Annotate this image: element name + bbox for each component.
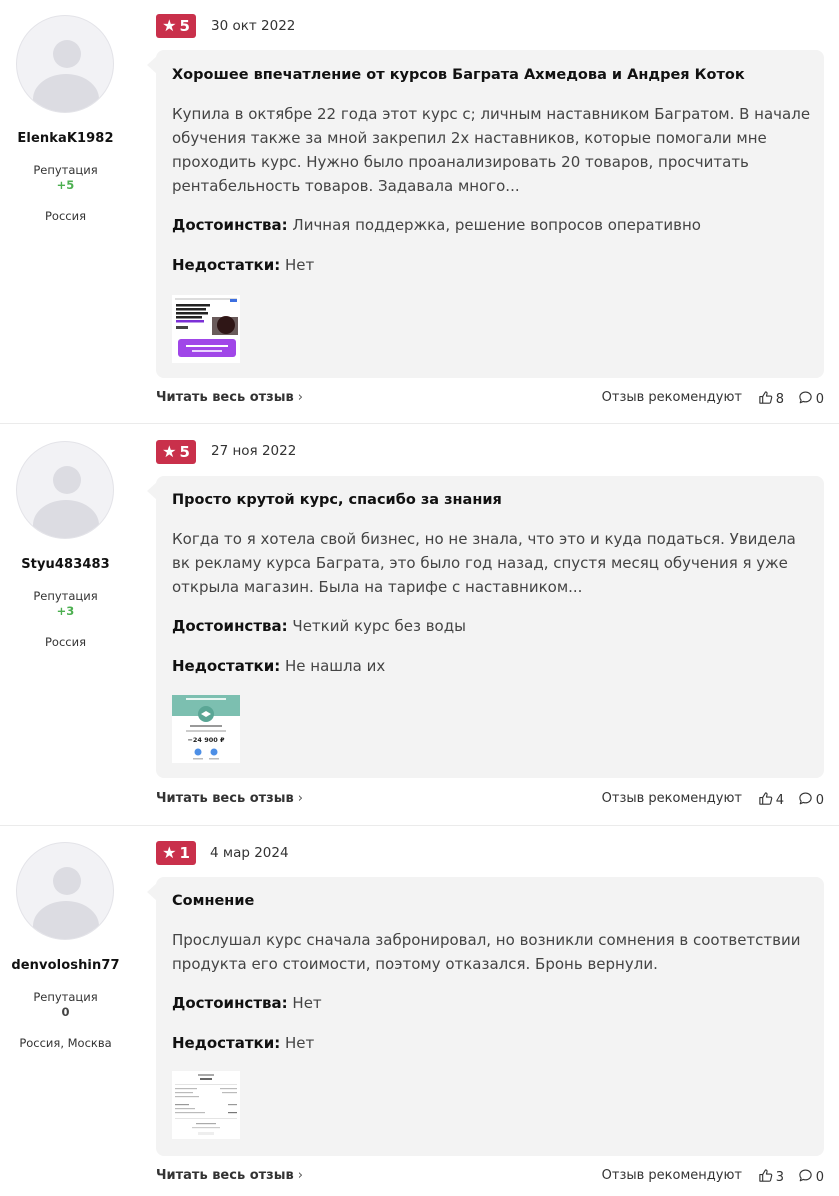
review-title[interactable]: Хорошее впечатление от курсов Баграта Ах…	[172, 67, 745, 83]
rating-badge: ★ 1	[156, 841, 196, 865]
username[interactable]: ElenkaK1982	[0, 131, 131, 146]
review-date: 27 ноя 2022	[211, 443, 297, 459]
star-icon: ★	[162, 843, 177, 862]
like-count: 4	[775, 793, 784, 808]
comment-icon	[798, 1168, 813, 1187]
read-full-review-label: Читать весь отзыв	[156, 1168, 294, 1183]
username[interactable]: Styu483483	[0, 557, 131, 572]
thumbs-up-icon	[758, 1168, 773, 1187]
review-card: Хорошее впечатление от курсов Баграта Ах…	[147, 50, 824, 378]
review-title[interactable]: Сомнение	[172, 893, 254, 909]
cons-label: Недостатки:	[172, 1034, 281, 1052]
review-date: 4 мар 2024	[210, 845, 289, 861]
review-cons: Недостатки: Нет	[172, 256, 314, 274]
rating-value: 5	[179, 443, 190, 461]
like-count: 8	[775, 392, 784, 407]
like-button[interactable]: 8	[758, 390, 784, 409]
pros-label: Достоинства:	[172, 994, 288, 1012]
username[interactable]: denvoloshin77	[0, 958, 131, 973]
reputation-label: Репутация	[33, 163, 98, 177]
review-item: denvoloshin77 Репутация 0 Россия, Москва…	[0, 826, 839, 1196]
pros-text: Личная поддержка, решение вопросов опера…	[292, 216, 701, 234]
rating-badge: ★ 5	[156, 14, 196, 38]
pros-text: Четкий курс без воды	[292, 617, 466, 635]
recommend-label: Отзыв рекомендуют	[601, 791, 742, 806]
avatar[interactable]	[16, 842, 114, 940]
comment-icon	[798, 791, 813, 810]
star-icon: ★	[162, 442, 177, 461]
rating-value: 5	[179, 17, 190, 35]
pros-label: Достоинства:	[172, 617, 288, 635]
review-title[interactable]: Просто крутой курс, спасибо за знания	[172, 492, 502, 508]
comments-button[interactable]: 0	[798, 390, 824, 409]
review-pros: Достоинства: Личная поддержка, решение в…	[172, 216, 701, 234]
review-item: ElenkaK1982 Репутация +5 Россия ★ 5 30 о…	[0, 0, 839, 423]
cons-label: Недостатки:	[172, 256, 281, 274]
comment-icon	[798, 390, 813, 409]
like-button[interactable]: 4	[758, 791, 784, 810]
user-location: Россия	[44, 635, 86, 649]
thumbnail-amount: −24 900 ₽	[187, 736, 225, 744]
review-card: Просто крутой курс, спасибо за знания Ко…	[147, 476, 824, 778]
review-photo-thumbnail[interactable]	[172, 295, 240, 363]
cons-text: Нет	[285, 256, 315, 274]
recommend-label: Отзыв рекомендуют	[601, 390, 742, 405]
comment-count: 0	[815, 392, 824, 407]
review-text: Прослушал курс сначала забронировал, но …	[172, 931, 801, 973]
rating-value: 1	[179, 844, 190, 862]
review-cons: Недостатки: Не нашла их	[172, 657, 385, 675]
read-full-review-link[interactable]: Читать весь отзыв ›	[156, 390, 303, 405]
review-footer: Читать весь отзыв › Отзыв рекомендуют 4 0	[156, 791, 824, 811]
pros-label: Достоинства:	[172, 216, 288, 234]
comments-button[interactable]: 0	[798, 791, 824, 810]
rating-badge: ★ 5	[156, 440, 196, 464]
review-footer: Читать весь отзыв › Отзыв рекомендуют 3 0	[156, 1168, 824, 1188]
reputation-value: +3	[56, 604, 75, 618]
reputation-label: Репутация	[33, 589, 98, 603]
read-full-review-link[interactable]: Читать весь отзыв ›	[156, 791, 303, 806]
review-pros: Достоинства: Нет	[172, 994, 322, 1012]
review-text: Когда то я хотела свой бизнес, но не зна…	[172, 530, 796, 596]
reputation-value: 0	[61, 1005, 70, 1019]
cons-label: Недостатки:	[172, 657, 281, 675]
read-full-review-link[interactable]: Читать весь отзыв ›	[156, 1168, 303, 1183]
reputation-label: Репутация	[33, 990, 98, 1004]
thumbs-up-icon	[758, 791, 773, 810]
user-location: Россия	[44, 209, 86, 223]
recommend-label: Отзыв рекомендуют	[601, 1168, 742, 1183]
star-icon: ★	[162, 16, 177, 35]
chevron-right-icon: ›	[297, 390, 303, 405]
thumbs-up-icon	[758, 390, 773, 409]
avatar[interactable]	[16, 15, 114, 113]
review-photo-thumbnail[interactable]: −24 900 ₽	[172, 695, 240, 763]
like-count: 3	[775, 1170, 784, 1185]
review-photo-thumbnail[interactable]	[172, 1071, 240, 1139]
pros-text: Нет	[292, 994, 322, 1012]
comments-button[interactable]: 0	[798, 1168, 824, 1187]
read-full-review-label: Читать весь отзыв	[156, 390, 294, 405]
comment-count: 0	[815, 793, 824, 808]
review-date: 30 окт 2022	[211, 18, 296, 34]
chevron-right-icon: ›	[297, 1168, 303, 1183]
cons-text: Нет	[285, 1034, 315, 1052]
review-card: Сомнение Прослушал курс сначала забронир…	[147, 877, 824, 1156]
avatar[interactable]	[16, 441, 114, 539]
cons-text: Не нашла их	[285, 657, 386, 675]
comment-count: 0	[815, 1170, 824, 1185]
chevron-right-icon: ›	[297, 791, 303, 806]
read-full-review-label: Читать весь отзыв	[156, 791, 294, 806]
review-cons: Недостатки: Нет	[172, 1034, 314, 1052]
review-pros: Достоинства: Четкий курс без воды	[172, 617, 466, 635]
review-item: Styu483483 Репутация +3 Россия ★ 5 27 но…	[0, 424, 839, 824]
reputation-value: +5	[56, 178, 75, 192]
like-button[interactable]: 3	[758, 1168, 784, 1187]
review-footer: Читать весь отзыв › Отзыв рекомендуют 8 0	[156, 390, 824, 410]
review-text: Купила в октябре 22 года этот курс с; ли…	[172, 105, 811, 195]
user-location: Россия, Москва	[19, 1036, 112, 1050]
